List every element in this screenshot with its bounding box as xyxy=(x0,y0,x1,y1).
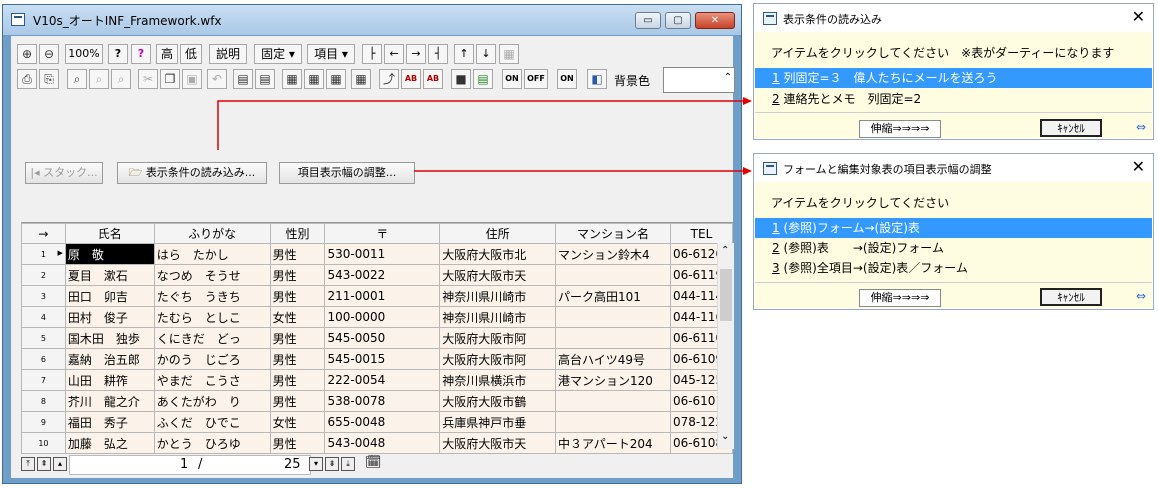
adjust-width-dialog: フォームと編集対象表の項目表示幅の調整 ✕ アイテムをクリックしてください 1 … xyxy=(753,153,1154,310)
cancel-button[interactable]: ｷｬﾝｾﾙ xyxy=(1040,288,1102,306)
load-display-dialog: 表示条件の読み込み ✕ アイテムをクリックしてください ※表がダーティーになりま… xyxy=(753,3,1154,140)
load-item-1[interactable]: 1 列固定=３ 偉人たちにメールを送ろう xyxy=(755,68,1152,88)
item-text: (参照)全項目→(設定)表／フォーム xyxy=(783,261,968,275)
divider xyxy=(755,282,1152,283)
width-item-2[interactable]: 2 (参照)表 →(設定)フォーム xyxy=(755,238,1152,258)
resize-icon[interactable]: ⇔ xyxy=(1136,120,1146,134)
app-icon xyxy=(763,12,777,25)
width-item-1[interactable]: 1 (参照)フォーム→(設定)表 xyxy=(755,218,1152,238)
width-dialog-message: アイテムをクリックしてください xyxy=(771,196,950,210)
close-icon[interactable]: ✕ xyxy=(1132,157,1145,176)
expand-button[interactable]: 伸縮⇒⇒⇒⇒ xyxy=(859,289,941,307)
arrowhead-load xyxy=(743,97,752,105)
expand-button[interactable]: 伸縮⇒⇒⇒⇒ xyxy=(859,120,941,138)
arrowhead-width xyxy=(743,167,752,175)
close-icon[interactable]: ✕ xyxy=(1132,7,1145,26)
width-dialog-body: アイテムをクリックしてください 1 (参照)フォーム→(設定)表 2 (参照)表… xyxy=(755,182,1152,308)
width-dialog-title: フォームと編集対象表の項目表示幅の調整 xyxy=(783,163,992,176)
resize-icon[interactable]: ⇔ xyxy=(1136,289,1146,303)
arrow-to-load-dialog xyxy=(217,100,745,150)
item-number: 1 xyxy=(772,71,780,85)
cancel-button[interactable]: ｷｬﾝｾﾙ xyxy=(1040,119,1102,137)
item-text: 列固定=３ 偉人たちにメールを送ろう xyxy=(783,71,998,85)
item-text: 連絡先とメモ 列固定=2 xyxy=(783,92,922,106)
load-dialog-title: 表示条件の読み込み xyxy=(783,13,882,26)
item-text: (参照)表 →(設定)フォーム xyxy=(783,241,944,255)
width-dialog-titlebar[interactable]: フォームと編集対象表の項目表示幅の調整 ✕ xyxy=(754,154,1153,182)
load-dialog-body: アイテムをクリックしてください ※表がダーティーになります 1 列固定=３ 偉人… xyxy=(755,32,1152,138)
item-number: 2 xyxy=(772,92,780,106)
app-icon xyxy=(763,162,777,175)
item-number: 3 xyxy=(772,261,780,275)
width-item-3[interactable]: 3 (参照)全項目→(設定)表／フォーム xyxy=(755,258,1152,278)
load-dialog-message: アイテムをクリックしてください ※表がダーティーになります xyxy=(771,46,1115,60)
load-dialog-titlebar[interactable]: 表示条件の読み込み ✕ xyxy=(754,4,1153,32)
load-item-2[interactable]: 2 連絡先とメモ 列固定=2 xyxy=(755,89,1152,109)
item-number: 2 xyxy=(772,241,780,255)
item-number: 1 xyxy=(772,221,780,235)
item-text: (参照)フォーム→(設定)表 xyxy=(783,221,920,235)
divider xyxy=(755,112,1152,113)
